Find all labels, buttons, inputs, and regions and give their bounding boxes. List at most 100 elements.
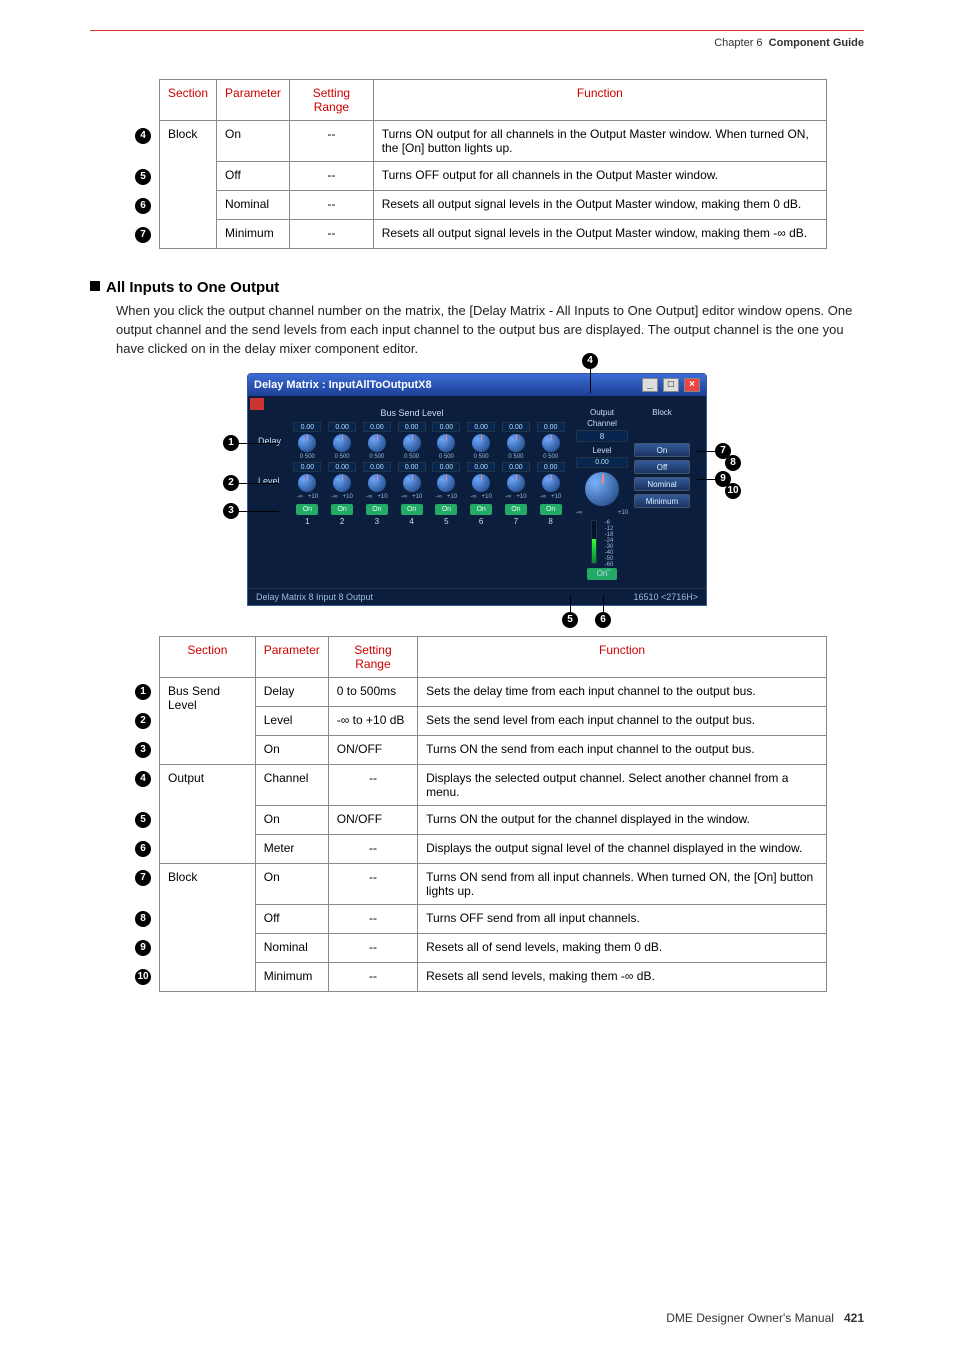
level-scale: -∞ +10 (505, 494, 526, 500)
block-label: Block (634, 408, 690, 417)
level-knob[interactable] (368, 474, 386, 492)
page-footer: DME Designer Owner's Manual 421 (666, 1311, 864, 1325)
level-knob[interactable] (472, 474, 490, 492)
output-level-knob[interactable] (585, 472, 619, 506)
knob-scale: -∞ +10 (576, 510, 628, 516)
th-range: Setting Range (328, 636, 417, 677)
channel-number: 3 (375, 517, 379, 526)
callout-1: 1 (223, 435, 239, 451)
block-off-button[interactable]: Off (634, 460, 690, 474)
send-on-button[interactable]: On (505, 504, 527, 515)
th-section: Section (160, 80, 217, 121)
delay-knob[interactable] (437, 434, 455, 452)
level-knob[interactable] (507, 474, 525, 492)
delay-value[interactable]: 0.00 (398, 422, 426, 432)
block-column: Block On Off Nominal Minimum (634, 408, 690, 580)
level-value[interactable]: 0.00 (432, 462, 460, 472)
block-on-button[interactable]: On (634, 443, 690, 457)
delay-value[interactable]: 0.00 (467, 422, 495, 432)
level-knob[interactable] (437, 474, 455, 492)
delay-value[interactable]: 0.00 (328, 422, 356, 432)
level-value[interactable]: 0.00 (363, 462, 391, 472)
output-channel-value[interactable]: 8 (576, 430, 628, 442)
badge-9b: 9 (135, 940, 151, 956)
delay-knob[interactable] (542, 434, 560, 452)
send-on-button[interactable]: On (331, 504, 353, 515)
send-on-button[interactable]: On (540, 504, 562, 515)
delay-value[interactable]: 0.00 (363, 422, 391, 432)
level-value[interactable]: 0.00 (537, 462, 565, 472)
callout-10: 10 (725, 483, 741, 499)
level-value[interactable]: 0.00 (467, 462, 495, 472)
callout-4: 4 (582, 353, 598, 369)
send-on-button[interactable]: On (435, 504, 457, 515)
cell-param: On (255, 805, 328, 834)
delay-label: Delay (258, 436, 292, 446)
cell-function: Turns OFF send from all input channels. (418, 904, 827, 933)
delay-knob[interactable] (333, 434, 351, 452)
badge-6: 6 (135, 198, 151, 214)
lead-line (239, 511, 279, 512)
badge-8b: 8 (135, 911, 151, 927)
delay-knob[interactable] (507, 434, 525, 452)
square-bullet-icon (90, 281, 100, 291)
block-nominal-button[interactable]: Nominal (634, 477, 690, 491)
level-knob[interactable] (403, 474, 421, 492)
page-header: Chapter 6 Component Guide (90, 37, 864, 49)
delay-knob[interactable] (368, 434, 386, 452)
level-value[interactable]: 0.00 (398, 462, 426, 472)
cell-param: Delay (255, 677, 328, 706)
table-inputs-to-output: Section Parameter Setting Range Function… (127, 636, 827, 992)
delay-scale: 0 500 (369, 454, 384, 460)
cell-function: Resets all output signal levels in the O… (373, 220, 826, 249)
send-on-button[interactable]: On (366, 504, 388, 515)
level-scale: -∞ +10 (297, 494, 318, 500)
row-num: 6 (127, 834, 160, 863)
bus-send-panel: Bus Send Level Delay 0.000 5000.000 5000… (258, 408, 566, 580)
delay-value[interactable]: 0.00 (502, 422, 530, 432)
close-icon[interactable]: × (684, 378, 700, 392)
snap-button[interactable] (250, 398, 264, 410)
level-knob[interactable] (542, 474, 560, 492)
cell-range: ON/OFF (328, 735, 417, 764)
delay-value[interactable]: 0.00 (293, 422, 321, 432)
cell-range: -- (328, 764, 417, 805)
window-titlebar[interactable]: Delay Matrix : InputAllToOutputX8 _ □ × (248, 374, 706, 396)
minimize-icon[interactable]: _ (642, 378, 658, 392)
badge-4b: 4 (135, 771, 151, 787)
cell-range: -- (328, 933, 417, 962)
delay-value[interactable]: 0.00 (537, 422, 565, 432)
level-value[interactable]: 0.00 (502, 462, 530, 472)
channel-number: 4 (409, 517, 413, 526)
footer-text: DME Designer Owner's Manual (666, 1311, 834, 1325)
delay-knob[interactable] (298, 434, 316, 452)
corner-cell (127, 636, 160, 677)
level-value[interactable]: 0.00 (328, 462, 356, 472)
cell-range: -- (328, 863, 417, 904)
delay-value[interactable]: 0.00 (432, 422, 460, 432)
maximize-icon[interactable]: □ (663, 378, 679, 392)
bus-send-title: Bus Send Level (258, 408, 566, 418)
page-content: Chapter 6 Component Guide Section Parame… (0, 0, 954, 992)
level-knob[interactable] (298, 474, 316, 492)
row-num: 10 (127, 962, 160, 991)
delay-knob[interactable] (472, 434, 490, 452)
block-minimum-button[interactable]: Minimum (634, 494, 690, 508)
output-meter (591, 520, 597, 564)
cell-function: Resets all of send levels, making them 0… (418, 933, 827, 962)
table-output-master-block: Section Parameter Setting Range Function… (127, 79, 827, 249)
lead-line (697, 479, 715, 480)
level-value[interactable]: 0.00 (293, 462, 321, 472)
delay-knob[interactable] (403, 434, 421, 452)
output-column: Output Channel 8 Level 0.00 -∞ +10 (576, 408, 628, 580)
callout-8: 8 (725, 455, 741, 471)
page-number: 421 (844, 1311, 864, 1325)
level-scale: -∞ +10 (540, 494, 561, 500)
badge-5: 5 (135, 169, 151, 185)
th-section: Section (160, 636, 256, 677)
send-on-button[interactable]: On (296, 504, 318, 515)
send-on-button[interactable]: On (401, 504, 423, 515)
send-on-button[interactable]: On (470, 504, 492, 515)
output-level-value[interactable]: 0.00 (576, 457, 628, 468)
level-knob[interactable] (333, 474, 351, 492)
